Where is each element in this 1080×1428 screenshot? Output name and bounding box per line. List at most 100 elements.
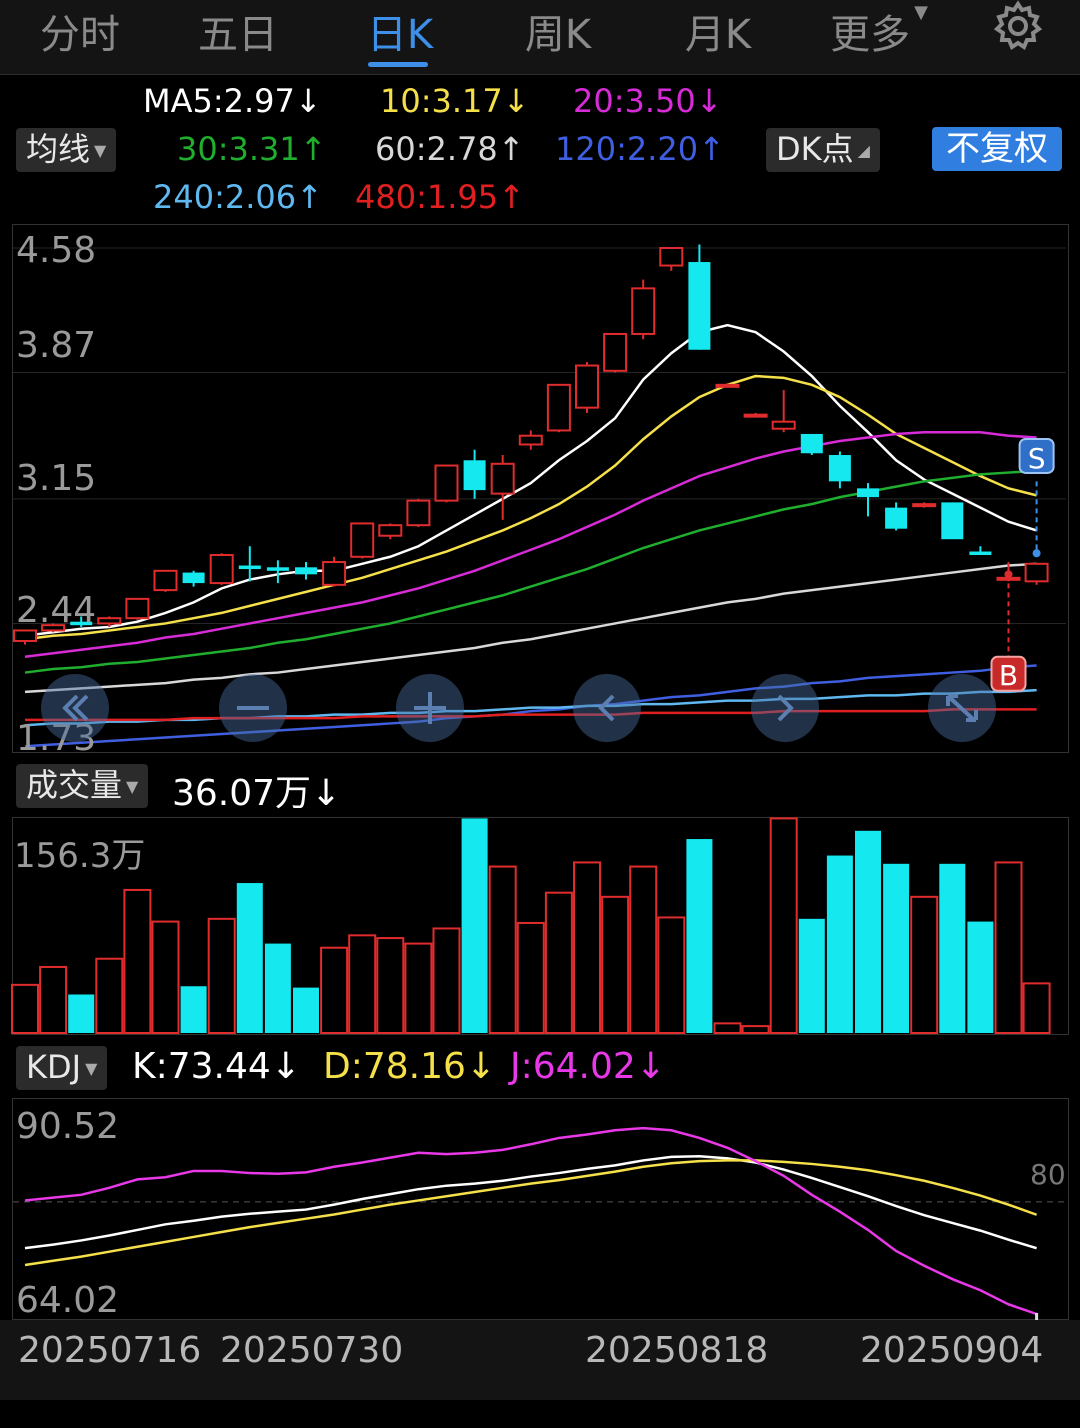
tab-five-day[interactable]: 五日 — [168, 2, 308, 60]
tab-monthly-k[interactable]: 月K — [648, 2, 788, 60]
volume-bar — [798, 918, 825, 1033]
candlestick-chart[interactable]: SB — [0, 224, 1080, 752]
tab-daily-k[interactable]: 日K — [330, 2, 470, 60]
scroll-left-button[interactable] — [573, 674, 641, 742]
volume-bar — [404, 942, 433, 1034]
tab-weekly-k[interactable]: 周K — [488, 2, 628, 60]
caret-down-icon: ▼ — [85, 1059, 98, 1078]
candle — [182, 572, 205, 584]
volume-bar — [264, 943, 291, 1033]
candle — [295, 567, 317, 575]
ma120-value: 120:2.20↑ — [555, 130, 725, 168]
zoom-in-button[interactable] — [396, 674, 464, 742]
candle — [266, 567, 289, 571]
volume-bar — [293, 987, 319, 1033]
buy-marker-dot — [1004, 570, 1013, 579]
scroll-start-button[interactable] — [41, 674, 109, 742]
kdj-chart[interactable] — [0, 1098, 1080, 1320]
sell-marker-dot — [1032, 549, 1041, 558]
volume-selector-label: 成交量 — [26, 766, 123, 804]
volume-bar — [516, 921, 545, 1034]
double-chevron-left-icon — [62, 694, 89, 722]
volume-bar — [1022, 982, 1051, 1034]
date-label: 20250716 — [18, 1330, 202, 1371]
volume-bar — [151, 920, 180, 1034]
indicator-selector-volume[interactable]: 成交量 ▼ — [16, 764, 149, 808]
volume-bar — [432, 927, 461, 1034]
volume-bar — [11, 983, 39, 1034]
price-axis-label: 4.58 — [16, 230, 97, 271]
volume-bar — [713, 1022, 742, 1034]
candle — [575, 364, 599, 409]
volume-bar — [883, 863, 910, 1033]
candle — [546, 383, 571, 432]
kdj-bottom-label: 64.02 — [16, 1280, 120, 1321]
chevron-left-icon — [598, 694, 615, 722]
volume-bar — [207, 917, 236, 1034]
corner-triangle-icon: ◢ — [857, 141, 870, 160]
tab-more[interactable]: 更多 ▼ — [814, 2, 944, 60]
candle — [518, 434, 543, 446]
ma-selector[interactable]: 均线 ▼ — [16, 128, 117, 172]
sell-marker-text: S — [1028, 442, 1046, 475]
ma-line-120 — [24, 664, 1037, 748]
candle — [378, 524, 403, 537]
volume-bar — [686, 839, 713, 1033]
ma5-value: MA5:2.97↓ — [143, 82, 322, 120]
zoom-out-button[interactable] — [219, 674, 287, 742]
plus-icon — [414, 692, 446, 724]
candle — [463, 460, 486, 491]
candle — [771, 420, 796, 430]
date-label: 20250730 — [220, 1330, 404, 1371]
ma-selector-label: 均线 — [26, 130, 91, 168]
price-axis-label: 3.15 — [16, 458, 97, 499]
candle — [209, 554, 234, 585]
volume-bar — [461, 818, 488, 1033]
volume-bar — [123, 888, 152, 1034]
volume-bar — [39, 965, 68, 1034]
volume-bar — [826, 855, 853, 1033]
kdj-top-label: 90.52 — [16, 1106, 120, 1147]
dk-point-label: DK点 — [776, 130, 854, 168]
volume-bar — [488, 865, 517, 1034]
volume-bar — [741, 1025, 770, 1034]
period-tab-bar: 分时 五日 日K 周K 月K 更多 ▼ — [0, 0, 1080, 75]
kdj-k-value: K:73.44↓ — [132, 1046, 301, 1087]
candle — [13, 629, 37, 642]
candle — [688, 262, 711, 350]
volume-bar — [348, 934, 377, 1034]
ma480-value: 480:1.95↑ — [355, 178, 525, 216]
scroll-right-button[interactable] — [751, 674, 819, 742]
candle — [743, 413, 768, 418]
indicator-selector-kdj[interactable]: KDJ ▼ — [16, 1046, 108, 1090]
candle — [631, 287, 656, 335]
active-tab-indicator — [368, 62, 428, 67]
candle — [828, 455, 851, 482]
dk-point-button[interactable]: DK点 ◢ — [766, 128, 880, 172]
candle — [350, 522, 375, 558]
volume-bar — [376, 937, 405, 1034]
price-axis-label: 3.87 — [16, 325, 97, 366]
candle — [406, 499, 431, 527]
volume-bar — [180, 986, 207, 1033]
ma10-value: 10:3.17↓ — [380, 82, 530, 120]
gear-icon[interactable] — [992, 0, 1044, 52]
adjust-mode-button[interactable]: 不复权 — [932, 127, 1062, 171]
ma60-value: 60:2.78↑ — [375, 130, 525, 168]
tab-intraday[interactable]: 分时 — [10, 2, 150, 60]
volume-bar — [573, 861, 601, 1034]
kdj-d-value: D:78.16↓ — [323, 1046, 497, 1087]
volume-bar — [994, 861, 1023, 1034]
date-axis: 20250716 20250730 20250818 20250904 — [0, 1320, 1080, 1400]
candle — [800, 433, 823, 454]
kdj-ref-label: 80 — [1030, 1158, 1066, 1191]
date-label: 20250818 — [585, 1330, 769, 1371]
caret-down-icon: ▼ — [126, 777, 139, 796]
ma-line-10 — [24, 374, 1037, 641]
candle — [434, 464, 459, 502]
volume-chart[interactable] — [0, 817, 1080, 1034]
date-label: 20250904 — [860, 1330, 1044, 1371]
fullscreen-button[interactable] — [928, 674, 996, 742]
volume-bar — [855, 830, 881, 1033]
volume-bar — [95, 957, 124, 1034]
